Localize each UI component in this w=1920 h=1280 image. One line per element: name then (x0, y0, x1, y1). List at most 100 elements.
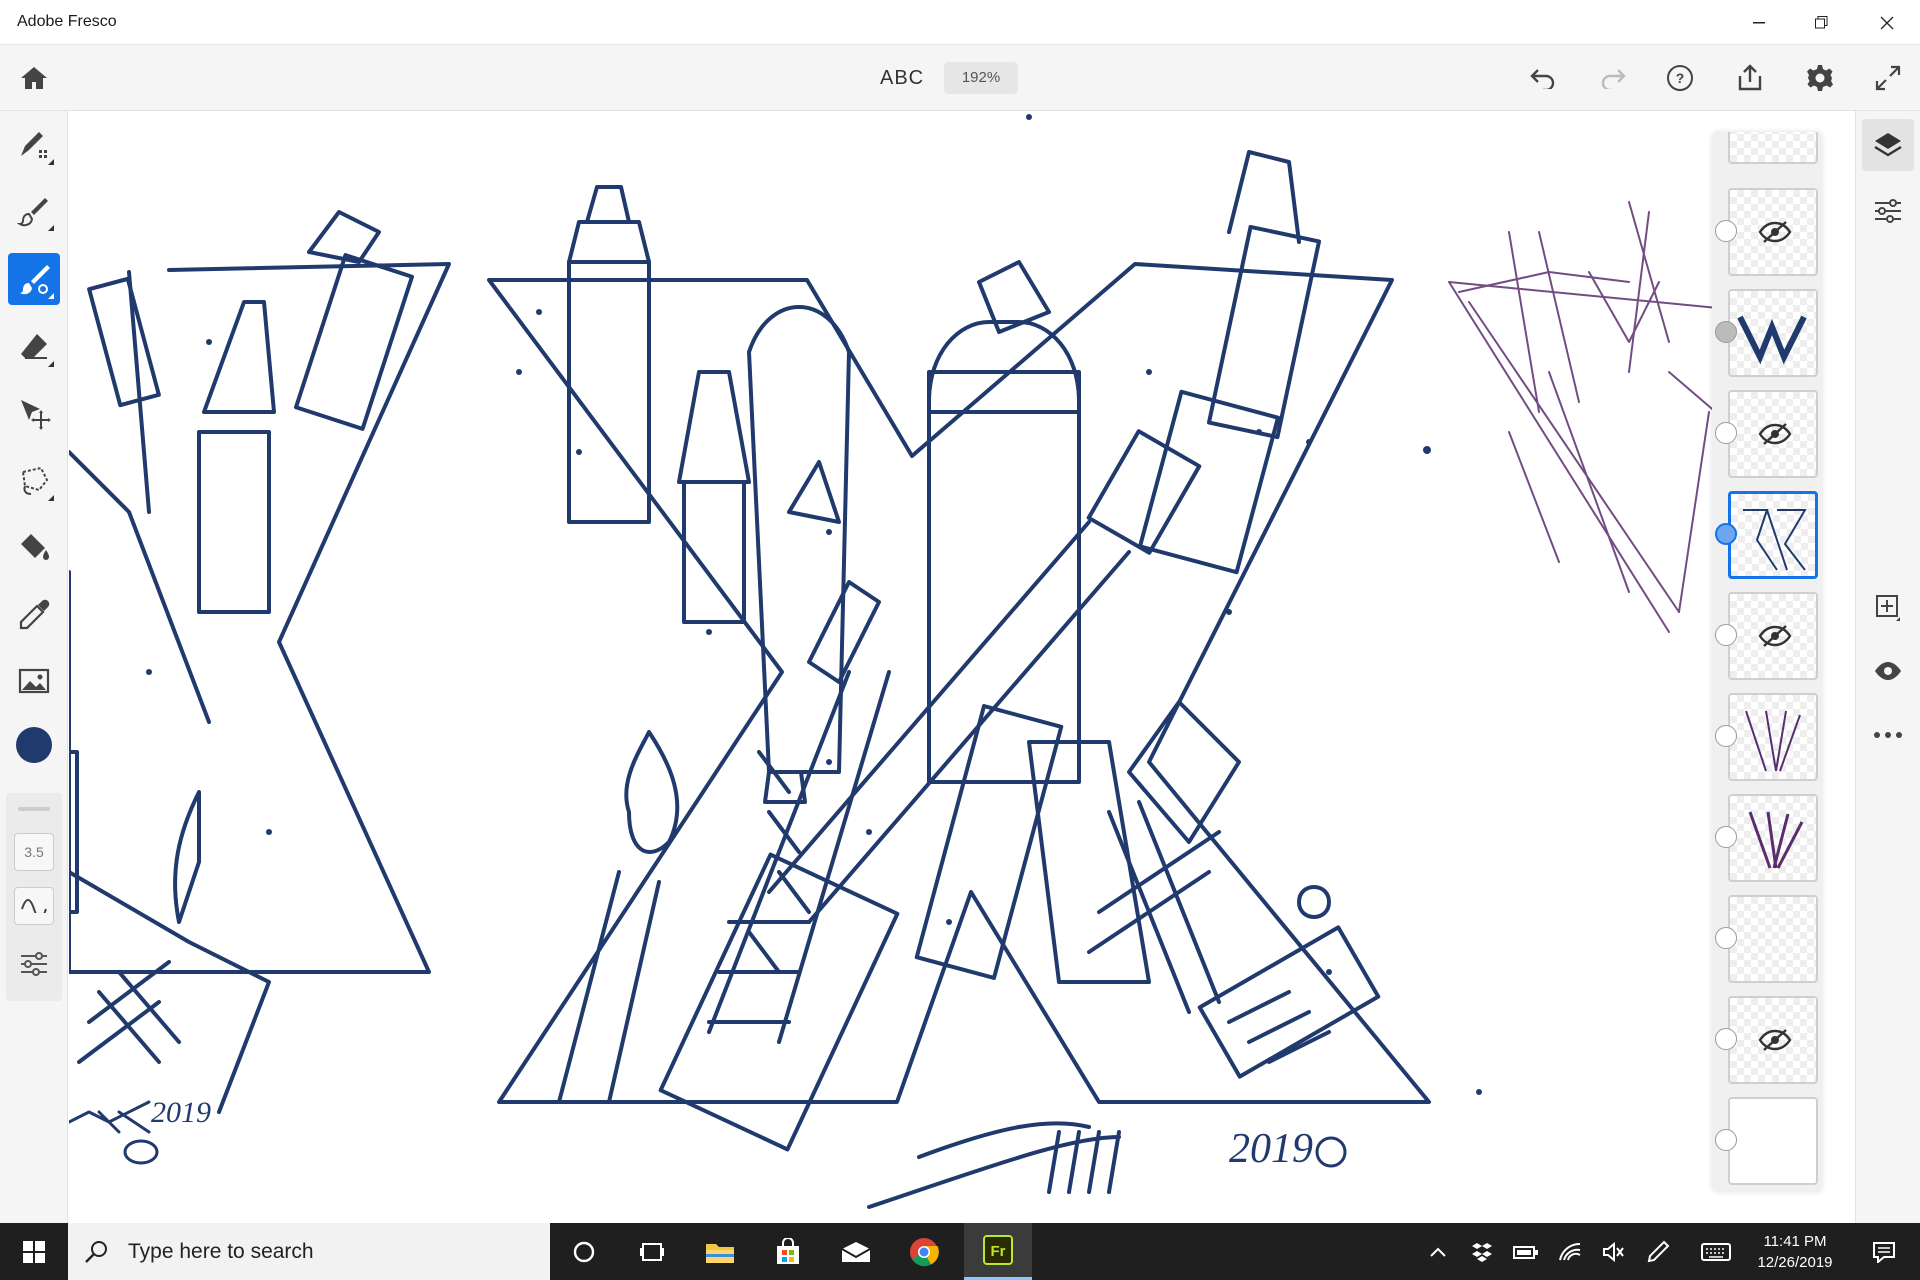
restore-button[interactable] (1798, 0, 1844, 45)
layer-thumbnail[interactable] (1728, 895, 1818, 983)
artwork: 2019 2019 (69, 114, 1800, 1209)
brush-size-indicator (18, 807, 50, 811)
keyboard-icon (1701, 1242, 1731, 1261)
fresco-taskbar-button[interactable]: Fr (964, 1223, 1032, 1280)
close-button[interactable] (1864, 0, 1910, 45)
layers-button[interactable] (1862, 119, 1914, 171)
touch-keyboard-button[interactable] (1694, 1223, 1738, 1280)
vector-brush-tool[interactable] (8, 253, 60, 305)
signature-main-text: 2019 (1229, 1126, 1313, 1172)
settings-button[interactable] (1800, 58, 1840, 98)
signature-main: 2019 (867, 1121, 1347, 1209)
left-toolbar: 3.5 (0, 111, 68, 1223)
window-title: Adobe Fresco (17, 13, 117, 30)
fill-tool[interactable] (8, 521, 60, 573)
color-swatch[interactable] (8, 719, 60, 771)
file-explorer-button[interactable] (686, 1223, 754, 1280)
mail-button[interactable] (822, 1223, 890, 1280)
dropbox-tray-icon[interactable] (1460, 1223, 1504, 1280)
layer-properties-button[interactable] (1862, 185, 1914, 237)
layer-thumbnail[interactable] (1728, 289, 1818, 377)
taskbar-search-box[interactable]: Type here to search (68, 1223, 550, 1280)
pixel-layer-icon (1715, 826, 1737, 848)
layer-preview (1743, 509, 1807, 571)
task-view-button[interactable] (618, 1223, 686, 1280)
fresco-app-icon: Fr (983, 1235, 1013, 1265)
smoothing-button[interactable] (14, 887, 54, 925)
layer-thumbnail-selected[interactable] (1728, 491, 1818, 579)
layer-thumbnail[interactable] (1728, 592, 1818, 680)
pen-tray-icon[interactable] (1636, 1223, 1680, 1280)
start-button[interactable] (0, 1223, 68, 1280)
eraser-tool[interactable] (8, 321, 60, 373)
store-icon (777, 1237, 799, 1264)
chevron-up-icon (1430, 1247, 1446, 1257)
lasso-tool[interactable] (8, 455, 60, 507)
cortana-icon (573, 1241, 595, 1262)
artwork-left-letter (69, 210, 451, 1114)
undo-button[interactable] (1523, 58, 1563, 98)
layer-preview (1745, 710, 1801, 772)
volume-tray-icon[interactable] (1592, 1223, 1636, 1280)
pixel-brush-tool[interactable] (8, 119, 60, 171)
brush-size-field[interactable]: 3.5 (14, 833, 54, 871)
wifi-icon (1559, 1242, 1581, 1260)
layer-thumbnail[interactable] (1728, 693, 1818, 781)
place-image-tool[interactable] (8, 655, 60, 707)
clock-time: 11:41 PM (1763, 1233, 1827, 1250)
notification-icon (1873, 1241, 1895, 1263)
layer-thumbnail[interactable] (1728, 390, 1818, 478)
layers-panel (1712, 132, 1822, 1192)
move-transform-tool[interactable] (8, 387, 60, 439)
layer-thumbnail[interactable] (1728, 188, 1818, 276)
search-placeholder: Type here to search (128, 1239, 314, 1263)
image-icon (18, 668, 50, 694)
store-button[interactable] (754, 1223, 822, 1280)
layer-thumbnail-background[interactable] (1728, 1097, 1818, 1185)
task-view-icon (640, 1242, 664, 1261)
title-bar: Adobe Fresco (0, 0, 1920, 45)
battery-tray-icon[interactable] (1504, 1223, 1548, 1280)
show-hidden-icons-button[interactable] (1416, 1223, 1460, 1280)
share-button[interactable] (1730, 58, 1770, 98)
lasso-icon (21, 466, 49, 495)
signature-small-text: 2019 (151, 1096, 211, 1129)
vector-layer-icon (1715, 523, 1737, 545)
eyedropper-icon (19, 599, 50, 630)
layer-thumbnail[interactable] (1728, 996, 1818, 1084)
help-button[interactable]: ? (1660, 58, 1700, 98)
drawing-canvas[interactable]: 2019 2019 (69, 112, 1854, 1223)
toggle-visibility-button[interactable] (1862, 645, 1914, 697)
more-options-button[interactable] (1862, 709, 1914, 761)
battery-icon (1513, 1245, 1538, 1259)
pixel-layer-icon (1715, 927, 1737, 949)
brush-settings-button[interactable] (14, 945, 54, 983)
redo-icon (1601, 69, 1626, 89)
layer-thumbnail[interactable] (1728, 794, 1818, 882)
document-title[interactable]: ABC (880, 67, 924, 90)
zoom-level[interactable]: 192% (944, 62, 1018, 94)
redo-button[interactable] (1593, 58, 1633, 98)
add-layer-button[interactable] (1862, 581, 1914, 633)
search-icon (85, 1240, 107, 1263)
layer-thumbnail[interactable] (1728, 132, 1818, 164)
layers-icon (1874, 133, 1902, 157)
pixel-layer-icon (1715, 220, 1737, 242)
fullscreen-button[interactable] (1868, 58, 1908, 98)
gear-icon (1807, 65, 1833, 91)
home-icon (21, 67, 47, 89)
wifi-tray-icon[interactable] (1548, 1223, 1592, 1280)
home-button[interactable] (14, 58, 54, 98)
expand-icon (1875, 65, 1901, 91)
brush-properties-panel: 3.5 (6, 793, 62, 1001)
action-center-button[interactable] (1852, 1223, 1916, 1280)
minimize-button[interactable] (1736, 0, 1782, 45)
windows-taskbar: Type here to search Fr 11:41 PM 12/26/20… (0, 1223, 1920, 1280)
cortana-button[interactable] (550, 1223, 618, 1280)
system-clock[interactable]: 11:41 PM 12/26/2019 (1740, 1231, 1850, 1273)
live-brush-tool[interactable] (8, 185, 60, 237)
chrome-button[interactable] (890, 1223, 958, 1280)
eye-icon (1875, 662, 1901, 680)
eyedropper-tool[interactable] (8, 589, 60, 641)
pixel-layer-icon (1715, 624, 1737, 646)
